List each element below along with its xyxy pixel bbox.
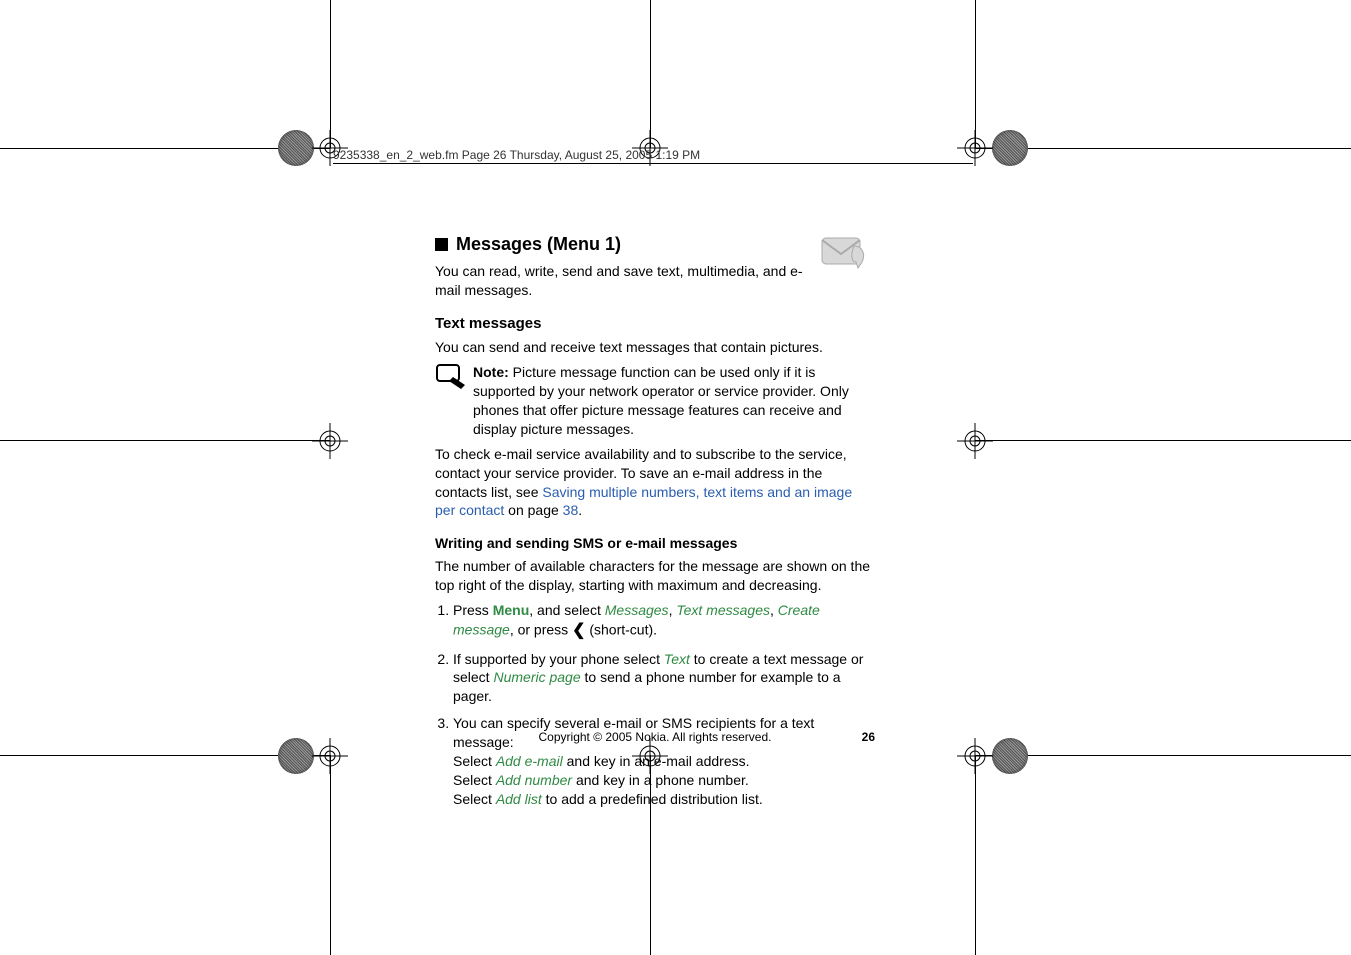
crop-line — [975, 440, 1351, 441]
footer-page-number: 26 — [862, 730, 875, 744]
section-heading: Messages (Menu 1) — [456, 232, 621, 256]
li-text: to add a predefined distribution list. — [542, 791, 763, 807]
list-item: You can specify several e-mail or SMS re… — [453, 714, 875, 808]
li-text: Select — [453, 791, 496, 807]
crop-line — [975, 148, 1351, 149]
option-add-number: Add number — [496, 772, 572, 788]
option-add-email: Add e-mail — [496, 753, 563, 769]
section-intro: You can read, write, send and save text,… — [435, 262, 805, 300]
text-messages-intro: You can send and receive text messages t… — [435, 338, 875, 357]
page-header-strip: 9235338_en_2_web.fm Page 26 Thursday, Au… — [333, 148, 700, 162]
printer-mark-circle — [992, 738, 1028, 774]
option-numeric-page: Numeric page — [493, 669, 580, 685]
crop-line — [975, 755, 976, 955]
li-text: and key in an e-mail address. — [563, 753, 750, 769]
li-text: and key in a phone number. — [572, 772, 749, 788]
li-subline: Select Add number and key in a phone num… — [453, 771, 875, 790]
printer-mark-circle — [278, 130, 314, 166]
crop-line — [975, 0, 976, 148]
crop-line — [330, 0, 331, 148]
para-text: . — [578, 502, 582, 518]
li-subline: Select Add e-mail and key in an e-mail a… — [453, 752, 875, 771]
li-text: , and select — [529, 602, 605, 618]
li-text: (short-cut). — [585, 621, 657, 637]
note-label: Note: — [473, 364, 509, 380]
printer-mark-circle — [278, 738, 314, 774]
section-heading-row: Messages (Menu 1) — [435, 232, 875, 256]
link-page-38[interactable]: 38 — [563, 502, 579, 518]
printer-mark-circle — [992, 130, 1028, 166]
li-text: Select — [453, 753, 496, 769]
registration-mark-icon — [957, 130, 993, 166]
menu-path-text-messages: Text messages — [676, 602, 770, 618]
writing-sms-intro: The number of available characters for t… — [435, 557, 875, 595]
crop-line — [975, 755, 1351, 756]
registration-mark-icon — [312, 423, 348, 459]
registration-mark-icon — [957, 423, 993, 459]
registration-mark-icon — [957, 738, 993, 774]
registration-mark-icon — [312, 738, 348, 774]
crop-line — [0, 440, 330, 441]
subheading-writing-sms: Writing and sending SMS or e-mail messag… — [435, 534, 875, 553]
option-add-list: Add list — [496, 791, 542, 807]
li-text: If supported by your phone select — [453, 651, 664, 667]
li-subline: Select Add list to add a predefined dist… — [453, 790, 875, 809]
email-service-paragraph: To check e-mail service availability and… — [435, 445, 875, 521]
footer-copyright: Copyright © 2005 Nokia. All rights reser… — [435, 730, 875, 744]
square-bullet-icon — [435, 238, 448, 251]
steps-list: Press Menu, and select Messages, Text me… — [435, 601, 875, 809]
page-content: Messages (Menu 1) You can read, write, s… — [435, 232, 875, 817]
left-key-icon: ❮ — [572, 620, 585, 642]
subheading-text-messages: Text messages — [435, 314, 875, 334]
note-body: Picture message function can be used onl… — [473, 364, 849, 437]
li-text: Press — [453, 602, 493, 618]
crop-line — [330, 755, 331, 955]
list-item: If supported by your phone select Text t… — [453, 650, 875, 707]
para-text: on page — [504, 502, 562, 518]
note-block: Note: Picture message function can be us… — [435, 363, 875, 439]
li-text: , — [770, 602, 778, 618]
note-text: Note: Picture message function can be us… — [473, 363, 875, 439]
li-text: , or press — [510, 621, 572, 637]
header-rule — [333, 163, 973, 164]
note-hand-icon — [435, 363, 473, 398]
menu-path-messages: Messages — [605, 602, 669, 618]
option-text: Text — [664, 651, 690, 667]
menu-key-label: Menu — [493, 602, 530, 618]
li-text: Select — [453, 772, 496, 788]
crop-line — [650, 0, 651, 148]
list-item: Press Menu, and select Messages, Text me… — [453, 601, 875, 641]
